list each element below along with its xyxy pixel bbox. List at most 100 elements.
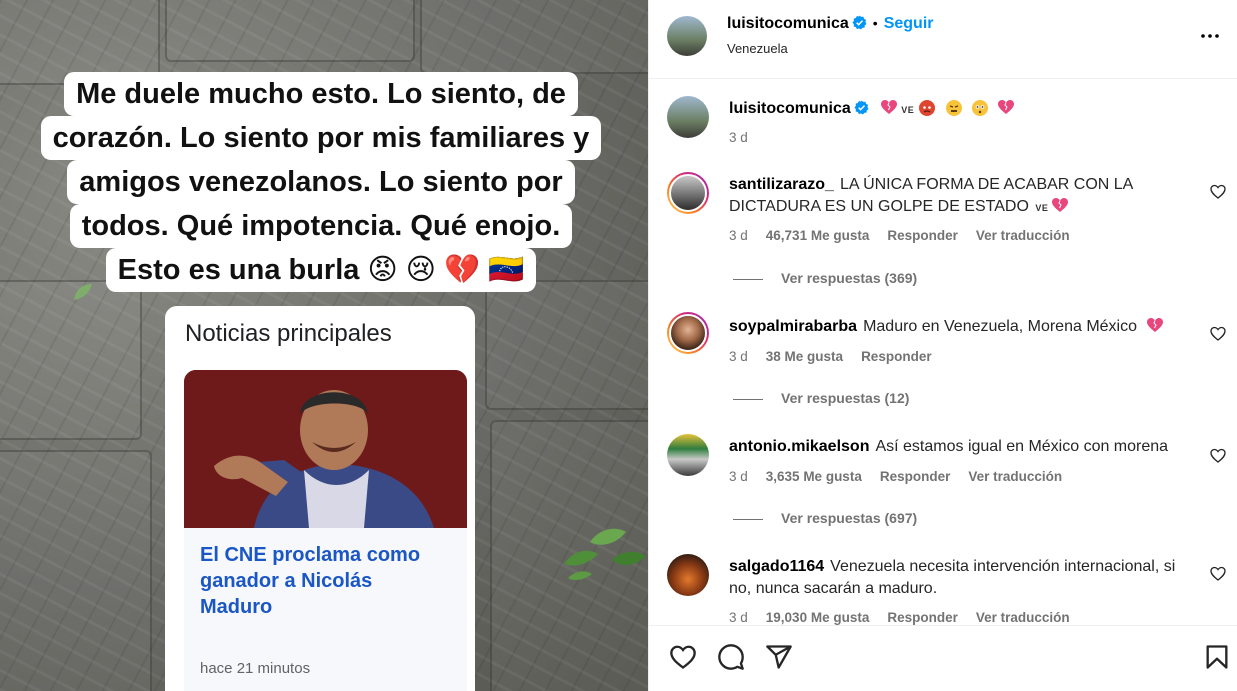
- translate-button[interactable]: Ver traducción: [976, 610, 1070, 625]
- broken-heart-icon: [997, 100, 1014, 114]
- like-comment-icon[interactable]: [1210, 566, 1226, 582]
- comment-text: soypalmirabarba Maduro en Venezuela, More…: [729, 316, 1189, 338]
- verified-badge-icon: [854, 100, 869, 115]
- replies-rule: [733, 518, 763, 520]
- flag-ve: VE: [901, 105, 915, 115]
- likes-count[interactable]: 19,030 Me gusta: [766, 610, 870, 625]
- comment-item: soypalmirabarba Maduro en Venezuela, More…: [649, 312, 1237, 412]
- like-comment-icon[interactable]: [1210, 184, 1226, 200]
- separator-dot: •: [872, 15, 878, 31]
- header-title: luisitocomunica • Seguir: [727, 15, 934, 33]
- username-link[interactable]: salgado1164: [729, 558, 824, 575]
- stone-texture: [485, 280, 648, 410]
- view-replies-label: Ver respuestas (369): [781, 270, 918, 286]
- comment-icon[interactable]: [717, 643, 745, 671]
- caption-meta: 3 d: [729, 130, 766, 145]
- reply-button[interactable]: Responder: [861, 349, 932, 364]
- broken-heart-icon: [1147, 318, 1164, 332]
- like-comment-icon[interactable]: [1210, 326, 1226, 342]
- flushed-face-icon: [972, 100, 989, 116]
- news-title[interactable]: El CNE proclama como ganador a Nicolás M…: [200, 542, 450, 620]
- reply-button[interactable]: Responder: [880, 469, 951, 484]
- stone-texture: [420, 0, 648, 74]
- comment-meta: 3 d 46,731 Me gusta Responder Ver traducció…: [729, 228, 1088, 243]
- reply-button[interactable]: Responder: [887, 610, 958, 625]
- avatar[interactable]: [667, 16, 707, 56]
- broken-heart-icon: [881, 100, 898, 114]
- bookmark-icon[interactable]: [1203, 643, 1231, 671]
- location-link[interactable]: Venezuela: [727, 41, 788, 56]
- flag-ve: VE: [1035, 203, 1049, 213]
- comment-item: santilizarazo_ LA ÚNICA FORMA DE ACABAR C…: [649, 172, 1237, 292]
- man-pointing-image: [184, 370, 467, 528]
- follow-button[interactable]: Seguir: [884, 15, 934, 32]
- likes-count[interactable]: 46,731 Me gusta: [766, 228, 870, 243]
- news-heading: Noticias principales: [185, 320, 392, 347]
- post-side-panel: luisitocomunica • Seguir Venezuela luisito…: [648, 0, 1237, 691]
- heart-icon[interactable]: [669, 643, 697, 671]
- username-link[interactable]: luisitocomunica: [727, 15, 849, 32]
- story-caption: Me duele mucho esto. Lo siento, de coraz…: [36, 72, 606, 292]
- timestamp[interactable]: 3 d: [729, 469, 748, 484]
- translate-button[interactable]: Ver traducción: [968, 469, 1062, 484]
- likes-count[interactable]: 3,635 Me gusta: [766, 469, 862, 484]
- post-media[interactable]: Me duele mucho esto. Lo siento, de coraz…: [0, 0, 648, 691]
- timestamp[interactable]: 3 d: [729, 610, 748, 625]
- avatar[interactable]: [667, 434, 709, 476]
- timestamp[interactable]: 3 d: [729, 349, 748, 364]
- broken-heart-icon: [1052, 198, 1069, 212]
- username-link[interactable]: antonio.mikaelson: [729, 438, 869, 455]
- likes-count[interactable]: 38 Me gusta: [766, 349, 843, 364]
- username-link[interactable]: santilizarazo_: [729, 176, 834, 193]
- translate-button[interactable]: Ver traducción: [976, 228, 1070, 243]
- caption-line: todos. Qué impotencia. Qué enojo.: [69, 204, 573, 248]
- comment-text: antonio.mikaelson Así estamos igual en Mé…: [729, 436, 1189, 458]
- post-header: luisitocomunica • Seguir Venezuela: [649, 0, 1237, 79]
- username-link[interactable]: soypalmirabarba: [729, 318, 857, 335]
- stone-texture: [0, 450, 152, 691]
- comment-text: santilizarazo_ LA ÚNICA FORMA DE ACABAR C…: [729, 174, 1189, 219]
- stone-texture: [165, 0, 415, 62]
- caption-line: Esto es una burla 😡 😢 💔 🇻🇪: [105, 248, 537, 292]
- leaf-icon: [564, 528, 646, 580]
- verified-badge-icon: [852, 15, 867, 30]
- comment-text: salgado1164 Venezuela necesita intervenci…: [729, 556, 1189, 600]
- avatar[interactable]: [667, 312, 709, 354]
- username-link[interactable]: luisitocomunica: [729, 100, 851, 117]
- replies-rule: [733, 398, 763, 400]
- view-replies-button[interactable]: Ver respuestas (369): [733, 270, 917, 286]
- caption-line: Me duele mucho esto. Lo siento, de: [64, 72, 578, 116]
- caption-text: luisitocomunica VE: [729, 98, 1189, 121]
- news-photo: [184, 370, 467, 528]
- news-time: hace 21 minutos: [200, 660, 311, 677]
- view-replies-button[interactable]: Ver respuestas (697): [733, 510, 917, 526]
- stone-texture: [0, 280, 142, 440]
- reply-button[interactable]: Responder: [887, 228, 958, 243]
- view-replies-button[interactable]: Ver respuestas (12): [733, 390, 909, 406]
- comment-meta: 3 d 38 Me gusta Responder: [729, 349, 950, 364]
- view-replies-label: Ver respuestas (697): [781, 510, 918, 526]
- news-card: Noticias principales El CNE proclama com…: [165, 306, 475, 691]
- caption-line: amigos venezolanos. Lo siento por: [67, 160, 575, 204]
- timestamp[interactable]: 3 d: [729, 130, 748, 145]
- action-bar: [649, 625, 1237, 691]
- replies-rule: [733, 278, 763, 280]
- avatar[interactable]: [667, 172, 709, 214]
- more-horizontal-icon[interactable]: [1198, 24, 1222, 48]
- comment-meta: 3 d 3,635 Me gusta Responder Ver traducción: [729, 469, 1080, 484]
- timestamp[interactable]: 3 d: [729, 228, 748, 243]
- comment-meta: 3 d 19,030 Me gusta Responder Ver traducció…: [729, 610, 1088, 625]
- caption-row: luisitocomunica VE 3 d: [649, 96, 1237, 156]
- caption-line: corazón. Lo siento por mis familiares y: [40, 116, 602, 160]
- news-body: El CNE proclama como ganador a Nicolás M…: [184, 528, 467, 691]
- comment-item: salgado1164 Venezuela necesita intervenci…: [649, 554, 1237, 625]
- like-comment-icon[interactable]: [1210, 448, 1226, 464]
- comments-list[interactable]: luisitocomunica VE 3 d santilizarazo_ LA …: [649, 80, 1237, 625]
- share-icon[interactable]: [765, 643, 793, 671]
- avatar[interactable]: [667, 554, 709, 596]
- avatar[interactable]: [667, 96, 709, 138]
- comment-body: Así estamos igual en México con morena: [875, 438, 1169, 455]
- comment-body: Maduro en Venezuela, Morena México: [863, 318, 1137, 335]
- comment-item: antonio.mikaelson Así estamos igual en Mé…: [649, 434, 1237, 534]
- angry-face-icon: [919, 100, 936, 116]
